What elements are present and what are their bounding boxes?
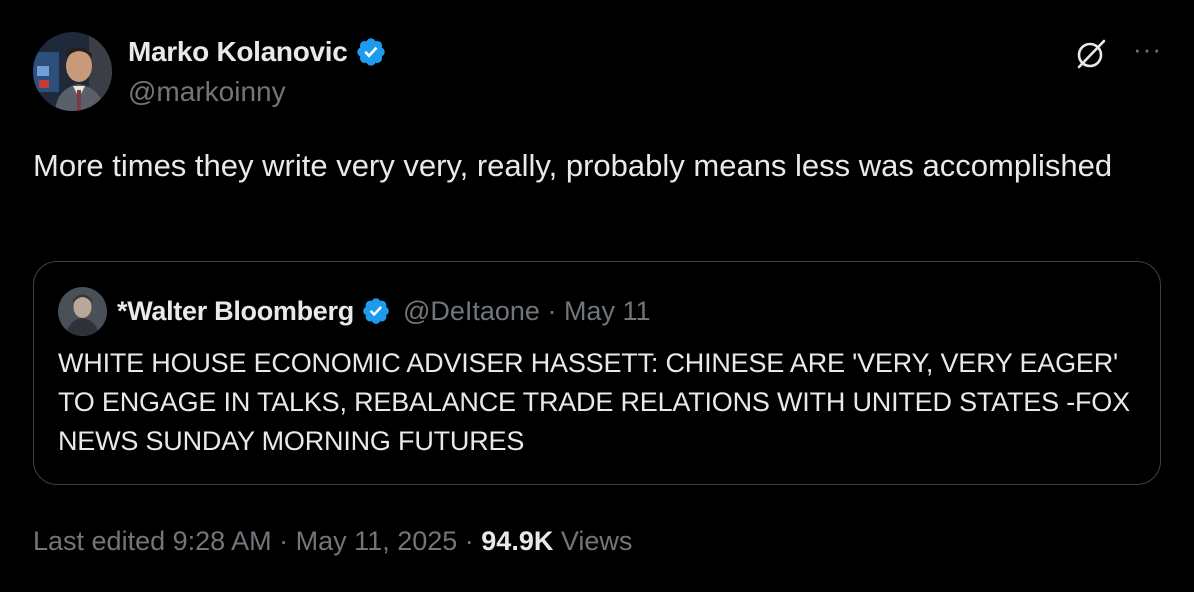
tweet-text: More times they write very very, really,… <box>33 148 1113 183</box>
tweet-actions: ··· <box>1073 36 1162 72</box>
tweet-date[interactable]: May 11, 2025 <box>296 526 458 557</box>
footer-separator: · <box>457 526 482 556</box>
quoted-separator: · <box>539 295 564 326</box>
quoted-avatar-image <box>58 286 107 336</box>
quoted-tweet-text: WHITE HOUSE ECONOMIC ADVISER HASSETT: CH… <box>58 348 1130 456</box>
quoted-tweet-header: *Walter Bloomberg @DeItaone · May 11 <box>58 286 650 336</box>
grok-icon[interactable] <box>1073 36 1109 72</box>
quoted-tweet[interactable]: *Walter Bloomberg @DeItaone · May 11 WHI… <box>33 261 1161 485</box>
author-handle[interactable]: @markoinny <box>128 76 286 108</box>
quoted-author-avatar[interactable] <box>58 286 107 336</box>
quoted-date[interactable]: May 11 <box>564 296 651 327</box>
tweet-footer: Last edited 9:28 AM · May 11, 2025 · 94.… <box>33 526 632 557</box>
edited-timestamp[interactable]: Last edited 9:28 AM <box>33 526 272 557</box>
quoted-verified-badge-icon <box>361 296 391 326</box>
author-name-row: Marko Kolanovic <box>128 34 387 70</box>
quoted-author-handle[interactable]: @DeItaone <box>403 296 540 327</box>
verified-badge-icon[interactable] <box>355 36 387 68</box>
views-count: 94.9K <box>481 526 554 556</box>
footer-separator: · <box>271 526 296 556</box>
author-avatar[interactable] <box>33 32 112 111</box>
views-label: Views <box>553 526 633 556</box>
avatar-image <box>33 32 112 111</box>
quoted-author-display-name[interactable]: *Walter Bloomberg <box>117 296 354 327</box>
author-display-name[interactable]: Marko Kolanovic <box>128 36 348 68</box>
more-options-icon[interactable]: ··· <box>1133 36 1162 62</box>
